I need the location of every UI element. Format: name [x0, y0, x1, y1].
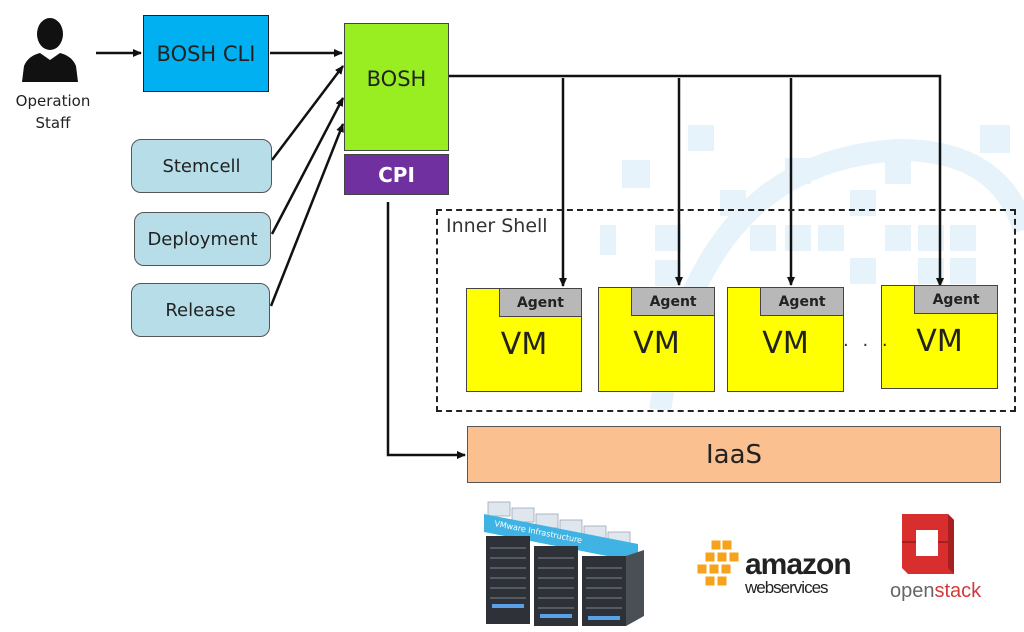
operation-staff-label: Operation Staff [0, 90, 106, 134]
vm-label: VM [633, 326, 680, 361]
arrow-stemcell-to-bosh [271, 65, 344, 161]
bosh-box: BOSH [344, 23, 449, 151]
bosh-label: BOSH [366, 67, 427, 91]
vm-box: Agent VM [881, 285, 998, 389]
cpi-label: CPI [378, 162, 415, 187]
agent-box: Agent [760, 288, 843, 316]
aws-logo: amazon webservices [695, 540, 852, 600]
iaas-box: IaaS [467, 426, 1001, 483]
openstack-text: openstack [890, 580, 981, 603]
aws-text-webservices: webservices [745, 578, 829, 597]
openstack-logo: openstack [888, 508, 988, 608]
bosh-cli-label: BOSH CLI [156, 41, 256, 66]
release-box: Release [131, 283, 270, 337]
stemcell-box: Stemcell [131, 139, 272, 193]
ellipsis: · · · [843, 335, 892, 356]
openstack-text-open: open [890, 580, 935, 602]
iaas-label: IaaS [705, 439, 763, 470]
agent-box: Agent [631, 288, 714, 316]
operation-staff-label-line1: Operation [15, 92, 91, 110]
vm-box: Agent VM [598, 287, 715, 392]
deployment-label: Deployment [147, 228, 258, 250]
vm-box: Agent VM [466, 288, 582, 392]
bosh-cli-box: BOSH CLI [143, 15, 269, 92]
vm-box: Agent VM [727, 287, 844, 392]
inner-shell-label: Inner Shell [446, 215, 548, 237]
vm-label: VM [762, 326, 809, 361]
agent-box: Agent [498, 289, 581, 317]
vmware-infrastructure-logo: VMware Infrastructure [484, 501, 644, 626]
openstack-text-stack: stack [934, 580, 982, 602]
person-silhouette-icon [22, 18, 78, 82]
deployment-box: Deployment [134, 212, 271, 266]
aws-text-amazon: amazon [745, 548, 852, 581]
openstack-cube-icon [902, 514, 954, 574]
vm-label: VM [500, 327, 548, 362]
agent-box: Agent [914, 286, 997, 314]
release-label: Release [165, 299, 236, 321]
cpi-box: CPI [344, 154, 449, 195]
stemcell-label: Stemcell [162, 155, 241, 177]
aws-cubes-icon [696, 540, 740, 587]
vm-label: VM [916, 324, 963, 359]
operation-staff-label-line2: Staff [35, 114, 71, 132]
